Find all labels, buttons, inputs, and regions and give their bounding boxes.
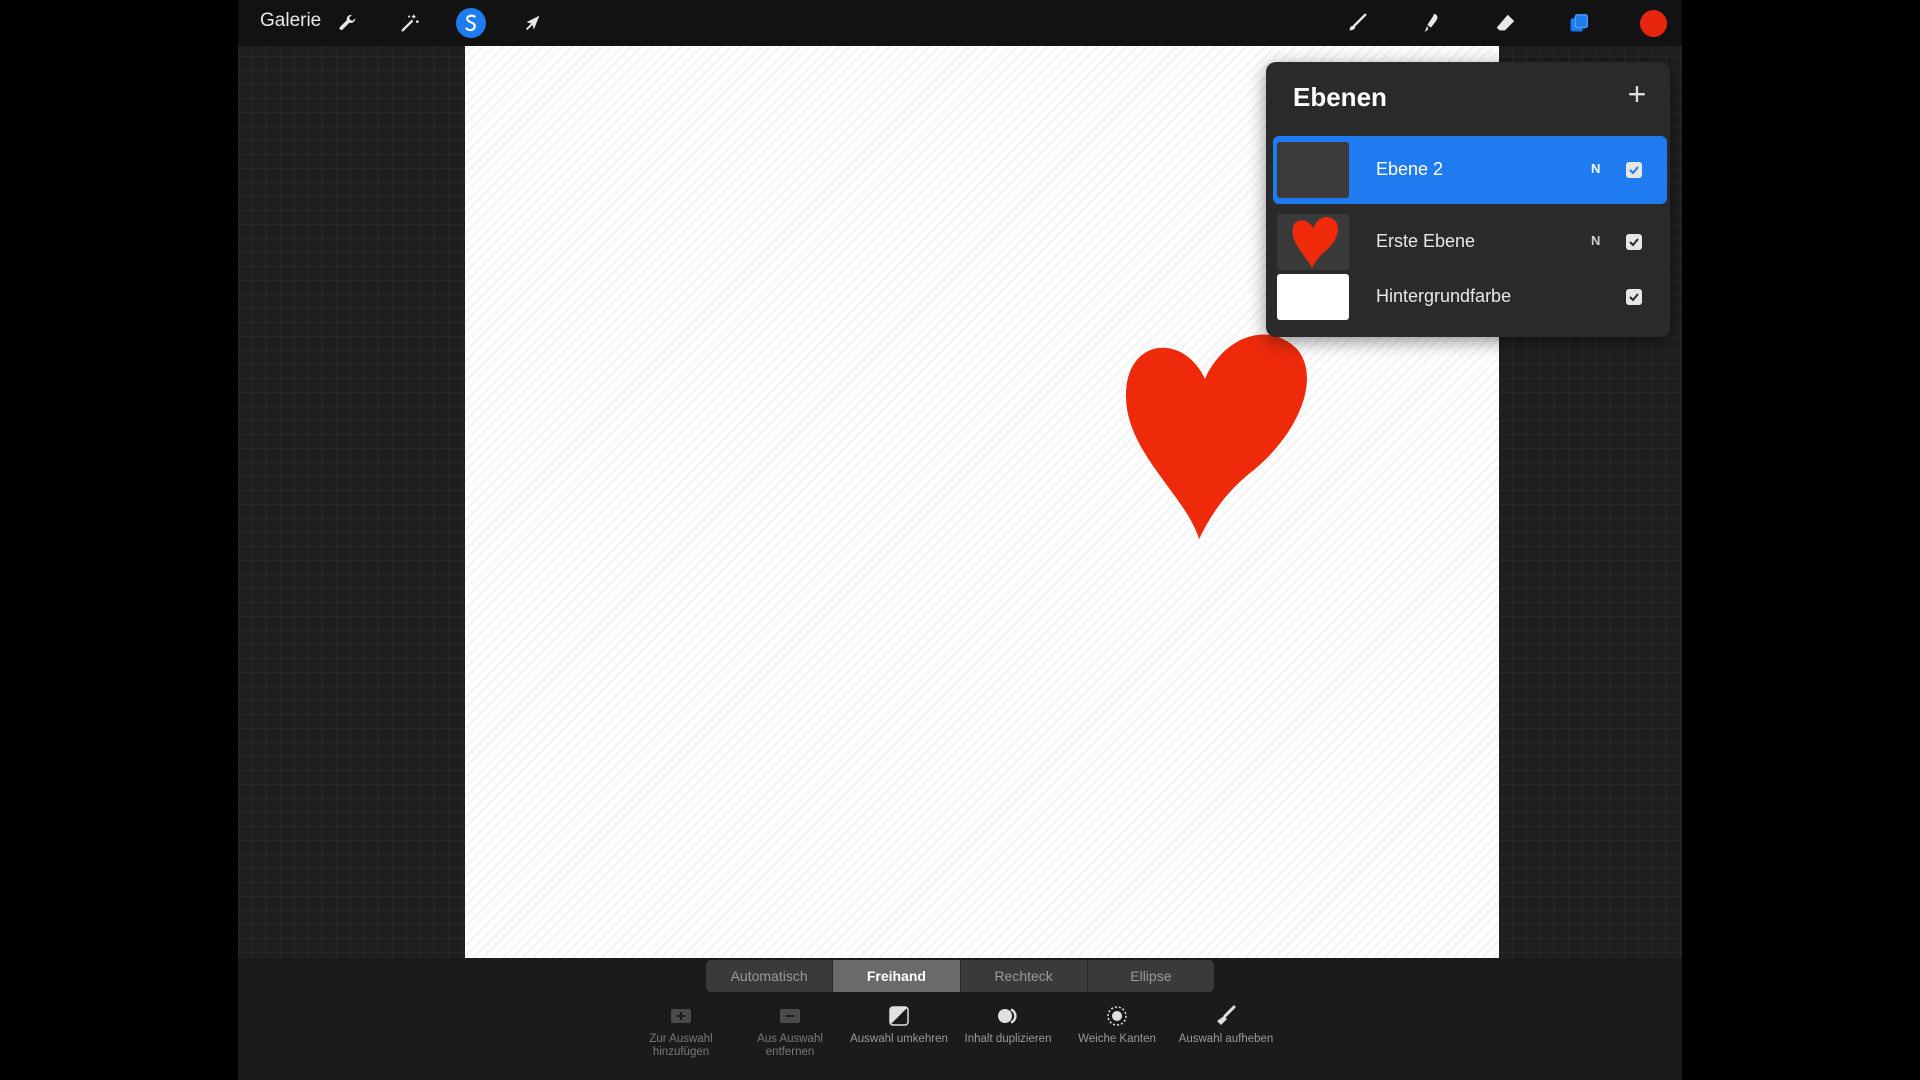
remove-from-selection-button[interactable]: Aus Auswahl entfernen bbox=[735, 1004, 845, 1059]
brush-icon[interactable] bbox=[1342, 8, 1372, 38]
tool-label: Inhalt duplizieren bbox=[964, 1033, 1052, 1045]
left-letterbox bbox=[0, 0, 238, 1080]
layers-panel-title: Ebenen bbox=[1293, 82, 1387, 112]
arrow-cursor-icon[interactable] bbox=[518, 8, 548, 38]
tool-label: Auswahl umkehren bbox=[850, 1033, 948, 1045]
checkmark-icon bbox=[1629, 238, 1639, 247]
smudge-icon[interactable] bbox=[1416, 8, 1446, 38]
blend-mode-button[interactable]: N bbox=[1591, 161, 1600, 176]
heart-drawing bbox=[1125, 334, 1307, 539]
layer-row-hintergrundfarbe[interactable]: Hintergrundfarbe bbox=[1273, 272, 1667, 332]
mode-ellipse[interactable]: Ellipse bbox=[1088, 960, 1214, 992]
layer-row-ebene-2[interactable]: Ebene 2 N bbox=[1273, 136, 1667, 204]
layer-visibility-checkbox[interactable] bbox=[1626, 289, 1642, 305]
duplicate-content-icon bbox=[953, 1004, 1063, 1028]
mode-rechteck[interactable]: Rechteck bbox=[961, 960, 1088, 992]
layer-visibility-checkbox[interactable] bbox=[1626, 162, 1642, 178]
layers-panel: Ebenen + Ebene 2 N Erste Ebene N Hinterg… bbox=[1266, 62, 1670, 337]
eraser-icon[interactable] bbox=[1490, 8, 1520, 38]
magic-wand-icon[interactable] bbox=[395, 8, 425, 38]
layer-thumbnail bbox=[1277, 274, 1349, 320]
wrench-icon[interactable] bbox=[333, 8, 363, 38]
selection-mode-segmented-control: Automatisch Freihand Rechteck Ellipse bbox=[706, 960, 1214, 992]
layer-thumbnail bbox=[1277, 142, 1349, 198]
layer-name: Erste Ebene bbox=[1376, 231, 1476, 251]
top-toolbar: Galerie bbox=[238, 0, 1682, 46]
clear-selection-icon bbox=[1171, 1004, 1281, 1028]
mode-automatisch[interactable]: Automatisch bbox=[706, 960, 834, 992]
feather-edges-icon bbox=[1062, 1004, 1172, 1028]
tool-label: Auswahl aufheben bbox=[1178, 1033, 1274, 1045]
add-to-selection-icon bbox=[626, 1004, 736, 1028]
tool-label-line1: Zur Auswahl bbox=[649, 1033, 713, 1045]
layers-icon[interactable] bbox=[1564, 8, 1594, 38]
tool-label-line2: entfernen bbox=[765, 1046, 815, 1058]
tool-label-line1: Aus Auswahl bbox=[757, 1033, 823, 1045]
add-to-selection-button[interactable]: Zur Auswahl hinzufügen bbox=[626, 1004, 736, 1059]
checkmark-icon bbox=[1629, 293, 1639, 302]
selection-tools: Zur Auswahl hinzufügen Aus Auswahl entfern… bbox=[238, 1004, 1682, 1074]
duplicate-content-button[interactable]: Inhalt duplizieren bbox=[953, 1004, 1063, 1046]
layer-name: Hintergrundfarbe bbox=[1376, 286, 1512, 306]
procreate-app: Galerie Ebenen + Ebene 2 N Erste Ebene N… bbox=[238, 0, 1682, 1080]
plus-icon[interactable]: + bbox=[1620, 78, 1654, 112]
invert-selection-icon bbox=[844, 1004, 954, 1028]
checkmark-icon bbox=[1629, 166, 1639, 175]
layer-row-erste-ebene[interactable]: Erste Ebene N bbox=[1273, 208, 1667, 276]
invert-selection-button[interactable]: Auswahl umkehren bbox=[844, 1004, 954, 1046]
heart-thumbnail-icon bbox=[1292, 217, 1338, 268]
selection-s-icon[interactable] bbox=[456, 8, 486, 38]
tool-label: Weiche Kanten bbox=[1078, 1033, 1156, 1045]
layer-visibility-checkbox[interactable] bbox=[1626, 234, 1642, 250]
layer-name: Ebene 2 bbox=[1376, 159, 1444, 179]
blend-mode-button[interactable]: N bbox=[1591, 233, 1600, 248]
feather-edges-button[interactable]: Weiche Kanten bbox=[1062, 1004, 1172, 1046]
clear-selection-button[interactable]: Auswahl aufheben bbox=[1171, 1004, 1281, 1046]
gallery-button[interactable]: Galerie bbox=[260, 10, 321, 32]
remove-from-selection-icon bbox=[735, 1004, 845, 1028]
color-swatch[interactable] bbox=[1638, 8, 1668, 38]
selection-toolbar: Automatisch Freihand Rechteck Ellipse Zu… bbox=[238, 958, 1682, 1080]
tool-label-line2: hinzufügen bbox=[652, 1046, 710, 1058]
right-letterbox bbox=[1682, 0, 1920, 1080]
layer-thumbnail bbox=[1277, 214, 1349, 270]
mode-freihand[interactable]: Freihand bbox=[833, 960, 961, 992]
